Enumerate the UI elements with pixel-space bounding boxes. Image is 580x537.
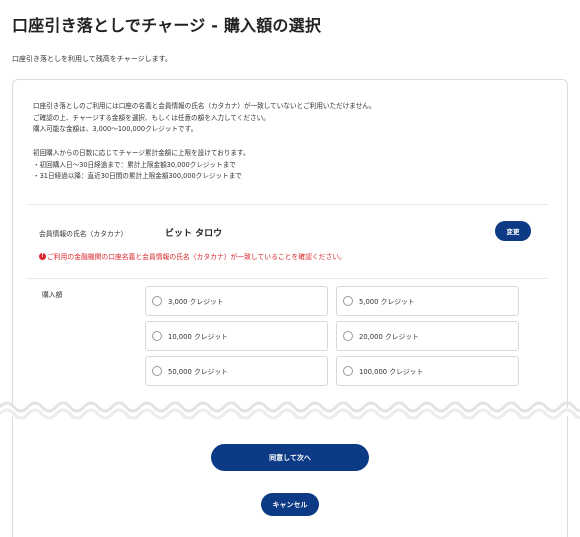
amount-option-label: 100,000 クレジット (359, 368, 424, 376)
intro-line: 初回購入からの日数に応じてチャージ累計金額に上限を設けております。 (33, 148, 250, 157)
radio-button[interactable] (152, 331, 162, 341)
member-name-label: 会員情報の氏名（カタカナ） (39, 230, 128, 238)
amount-option-label: 5,000 クレジット (359, 298, 415, 306)
intro-text: 口座引き落としのご利用には口座の名義と会員情報の氏名（カタカナ）が一致していない… (33, 101, 375, 183)
radio-button[interactable] (343, 331, 353, 341)
amount-option-label: 20,000 クレジット (359, 333, 419, 341)
notice-text: ご利用の金融機関の口座名義と会員情報の氏名（カタカナ）が一致していることを確認く… (47, 253, 346, 261)
name-notice: ! ご利用の金融機関の口座名義と会員情報の氏名（カタカナ）が一致していることを確… (39, 251, 346, 261)
amount-option-50000[interactable]: 50,000 クレジット (145, 356, 328, 386)
amount-option-label: 10,000 クレジット (168, 333, 228, 341)
amount-option-label: 3,000 クレジット (168, 298, 224, 306)
change-button[interactable]: 変更 (495, 221, 531, 241)
cancel-button[interactable]: キャンセル (261, 493, 319, 516)
intro-line: 口座引き落としのご利用には口座の名義と会員情報の氏名（カタカナ）が一致していない… (33, 102, 376, 110)
amount-option-20000[interactable]: 20,000 クレジット (336, 321, 519, 351)
exclamation-circle-icon: ! (39, 252, 46, 260)
intro-line: 購入可能な金額は、3,000～100,000クレジットです。 (33, 125, 198, 134)
radio-button[interactable] (343, 296, 353, 306)
amount-option-label: 50,000 クレジット (168, 368, 228, 376)
intro-line: ・初回購入日～30日経過まで：累計上限金額30,000クレジットまで (33, 160, 236, 169)
amount-option-3000[interactable]: 3,000 クレジット (145, 286, 328, 316)
amount-option-5000[interactable]: 5,000 クレジット (336, 286, 519, 316)
wave-separator (0, 401, 580, 420)
radio-button[interactable] (343, 366, 353, 376)
amount-label: 購入額 (42, 291, 63, 299)
amount-option-10000[interactable]: 10,000 クレジット (145, 321, 328, 351)
agree-next-button[interactable]: 同意して次へ (211, 444, 369, 471)
amount-option-100000[interactable]: 100,000 クレジット (336, 356, 519, 386)
radio-button[interactable] (152, 296, 162, 306)
divider (27, 278, 548, 279)
divider (27, 204, 548, 205)
page-title: 口座引き落としでチャージ - 購入額の選択 (12, 16, 322, 35)
intro-line: ・31日経過以降：直近30日間の累計上限金額300,000クレジットまで (33, 172, 242, 181)
radio-button[interactable] (152, 366, 162, 376)
intro-line: ご確認の上、チャージする金額を選択、もしくは任意の額を入力してください。 (33, 113, 270, 122)
page-subtitle: 口座引き落としを利用して残高をチャージします。 (12, 55, 172, 63)
member-name-value: ビット タロウ (165, 229, 223, 239)
intro-gap (33, 136, 375, 148)
